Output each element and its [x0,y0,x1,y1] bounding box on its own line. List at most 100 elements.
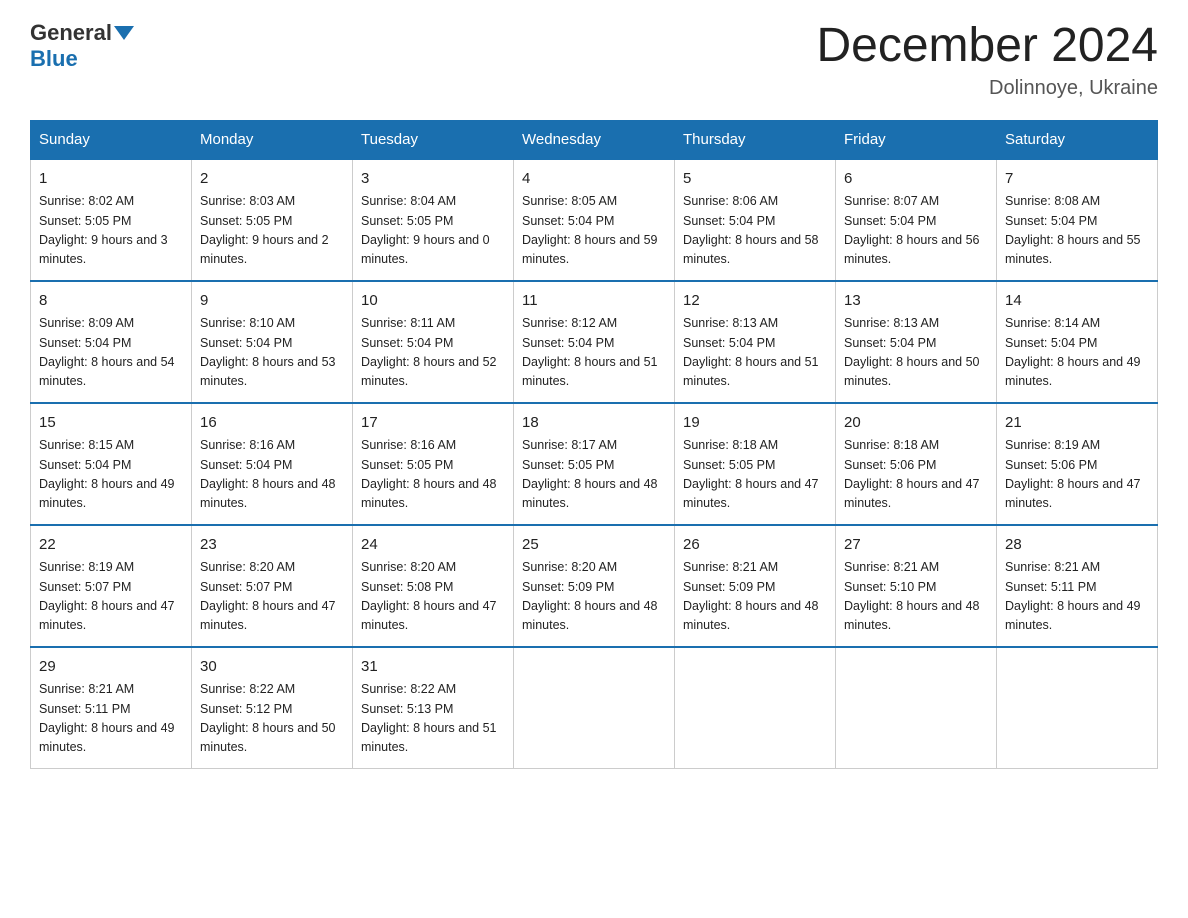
day-info: Sunrise: 8:04 AMSunset: 5:05 PMDaylight:… [361,192,505,270]
calendar-week-row: 8Sunrise: 8:09 AMSunset: 5:04 PMDaylight… [31,281,1158,403]
calendar-day-cell: 22Sunrise: 8:19 AMSunset: 5:07 PMDayligh… [31,525,192,647]
day-number: 14 [1005,290,1149,313]
calendar-day-cell: 6Sunrise: 8:07 AMSunset: 5:04 PMDaylight… [836,159,997,281]
title-section: December 2024 Dolinnoye, Ukraine [816,20,1158,100]
day-number: 2 [200,168,344,191]
calendar-day-header: Monday [192,120,353,159]
day-info: Sunrise: 8:20 AMSunset: 5:08 PMDaylight:… [361,558,505,636]
day-number: 23 [200,534,344,557]
day-number: 6 [844,168,988,191]
calendar-empty-cell [997,647,1158,769]
day-info: Sunrise: 8:21 AMSunset: 5:11 PMDaylight:… [39,680,183,758]
calendar-day-cell: 29Sunrise: 8:21 AMSunset: 5:11 PMDayligh… [31,647,192,769]
day-info: Sunrise: 8:18 AMSunset: 5:05 PMDaylight:… [683,436,827,514]
day-number: 5 [683,168,827,191]
day-info: Sunrise: 8:19 AMSunset: 5:07 PMDaylight:… [39,558,183,636]
day-number: 16 [200,412,344,435]
calendar-week-row: 29Sunrise: 8:21 AMSunset: 5:11 PMDayligh… [31,647,1158,769]
calendar-day-cell: 24Sunrise: 8:20 AMSunset: 5:08 PMDayligh… [353,525,514,647]
calendar-week-row: 15Sunrise: 8:15 AMSunset: 5:04 PMDayligh… [31,403,1158,525]
logo: General Blue [30,20,136,72]
calendar-day-cell: 8Sunrise: 8:09 AMSunset: 5:04 PMDaylight… [31,281,192,403]
calendar-day-header: Friday [836,120,997,159]
calendar-day-cell: 2Sunrise: 8:03 AMSunset: 5:05 PMDaylight… [192,159,353,281]
day-number: 30 [200,656,344,679]
calendar-day-header: Wednesday [514,120,675,159]
calendar-day-cell: 28Sunrise: 8:21 AMSunset: 5:11 PMDayligh… [997,525,1158,647]
day-number: 26 [683,534,827,557]
day-info: Sunrise: 8:14 AMSunset: 5:04 PMDaylight:… [1005,314,1149,392]
calendar-day-cell: 5Sunrise: 8:06 AMSunset: 5:04 PMDaylight… [675,159,836,281]
day-info: Sunrise: 8:16 AMSunset: 5:05 PMDaylight:… [361,436,505,514]
day-number: 28 [1005,534,1149,557]
day-number: 27 [844,534,988,557]
day-info: Sunrise: 8:06 AMSunset: 5:04 PMDaylight:… [683,192,827,270]
calendar-day-cell: 1Sunrise: 8:02 AMSunset: 5:05 PMDaylight… [31,159,192,281]
page-header: General Blue December 2024 Dolinnoye, Uk… [30,20,1158,100]
day-info: Sunrise: 8:22 AMSunset: 5:13 PMDaylight:… [361,680,505,758]
calendar-week-row: 1Sunrise: 8:02 AMSunset: 5:05 PMDaylight… [31,159,1158,281]
calendar-day-cell: 25Sunrise: 8:20 AMSunset: 5:09 PMDayligh… [514,525,675,647]
day-info: Sunrise: 8:11 AMSunset: 5:04 PMDaylight:… [361,314,505,392]
calendar-day-cell: 15Sunrise: 8:15 AMSunset: 5:04 PMDayligh… [31,403,192,525]
day-info: Sunrise: 8:10 AMSunset: 5:04 PMDaylight:… [200,314,344,392]
calendar-day-cell: 17Sunrise: 8:16 AMSunset: 5:05 PMDayligh… [353,403,514,525]
day-info: Sunrise: 8:16 AMSunset: 5:04 PMDaylight:… [200,436,344,514]
calendar-day-cell: 14Sunrise: 8:14 AMSunset: 5:04 PMDayligh… [997,281,1158,403]
calendar-day-cell: 9Sunrise: 8:10 AMSunset: 5:04 PMDaylight… [192,281,353,403]
calendar-day-header: Tuesday [353,120,514,159]
day-number: 22 [39,534,183,557]
day-info: Sunrise: 8:20 AMSunset: 5:09 PMDaylight:… [522,558,666,636]
logo-general-text: General [30,20,112,46]
day-info: Sunrise: 8:13 AMSunset: 5:04 PMDaylight:… [844,314,988,392]
day-number: 29 [39,656,183,679]
day-info: Sunrise: 8:05 AMSunset: 5:04 PMDaylight:… [522,192,666,270]
day-number: 3 [361,168,505,191]
day-info: Sunrise: 8:21 AMSunset: 5:11 PMDaylight:… [1005,558,1149,636]
day-info: Sunrise: 8:09 AMSunset: 5:04 PMDaylight:… [39,314,183,392]
calendar-day-cell: 27Sunrise: 8:21 AMSunset: 5:10 PMDayligh… [836,525,997,647]
calendar-day-cell: 18Sunrise: 8:17 AMSunset: 5:05 PMDayligh… [514,403,675,525]
day-info: Sunrise: 8:12 AMSunset: 5:04 PMDaylight:… [522,314,666,392]
day-info: Sunrise: 8:15 AMSunset: 5:04 PMDaylight:… [39,436,183,514]
day-info: Sunrise: 8:13 AMSunset: 5:04 PMDaylight:… [683,314,827,392]
calendar-empty-cell [836,647,997,769]
day-number: 19 [683,412,827,435]
calendar-day-cell: 10Sunrise: 8:11 AMSunset: 5:04 PMDayligh… [353,281,514,403]
calendar-day-cell: 3Sunrise: 8:04 AMSunset: 5:05 PMDaylight… [353,159,514,281]
day-number: 24 [361,534,505,557]
day-info: Sunrise: 8:17 AMSunset: 5:05 PMDaylight:… [522,436,666,514]
day-number: 12 [683,290,827,313]
calendar-day-cell: 26Sunrise: 8:21 AMSunset: 5:09 PMDayligh… [675,525,836,647]
day-info: Sunrise: 8:21 AMSunset: 5:09 PMDaylight:… [683,558,827,636]
calendar-day-cell: 30Sunrise: 8:22 AMSunset: 5:12 PMDayligh… [192,647,353,769]
calendar-day-cell: 19Sunrise: 8:18 AMSunset: 5:05 PMDayligh… [675,403,836,525]
calendar-day-cell: 7Sunrise: 8:08 AMSunset: 5:04 PMDaylight… [997,159,1158,281]
day-number: 11 [522,290,666,313]
day-info: Sunrise: 8:20 AMSunset: 5:07 PMDaylight:… [200,558,344,636]
calendar-day-cell: 13Sunrise: 8:13 AMSunset: 5:04 PMDayligh… [836,281,997,403]
calendar-day-header: Thursday [675,120,836,159]
day-number: 13 [844,290,988,313]
day-number: 4 [522,168,666,191]
day-info: Sunrise: 8:21 AMSunset: 5:10 PMDaylight:… [844,558,988,636]
day-number: 18 [522,412,666,435]
day-number: 21 [1005,412,1149,435]
calendar-day-cell: 11Sunrise: 8:12 AMSunset: 5:04 PMDayligh… [514,281,675,403]
calendar-day-cell: 16Sunrise: 8:16 AMSunset: 5:04 PMDayligh… [192,403,353,525]
calendar-header-row: SundayMondayTuesdayWednesdayThursdayFrid… [31,120,1158,159]
calendar-empty-cell [514,647,675,769]
day-number: 9 [200,290,344,313]
day-number: 10 [361,290,505,313]
day-info: Sunrise: 8:19 AMSunset: 5:06 PMDaylight:… [1005,436,1149,514]
day-number: 31 [361,656,505,679]
day-number: 7 [1005,168,1149,191]
day-info: Sunrise: 8:18 AMSunset: 5:06 PMDaylight:… [844,436,988,514]
day-number: 1 [39,168,183,191]
day-info: Sunrise: 8:07 AMSunset: 5:04 PMDaylight:… [844,192,988,270]
month-title: December 2024 [816,20,1158,73]
calendar-day-cell: 12Sunrise: 8:13 AMSunset: 5:04 PMDayligh… [675,281,836,403]
calendar-day-cell: 31Sunrise: 8:22 AMSunset: 5:13 PMDayligh… [353,647,514,769]
day-info: Sunrise: 8:02 AMSunset: 5:05 PMDaylight:… [39,192,183,270]
logo-blue-text: Blue [30,46,78,71]
